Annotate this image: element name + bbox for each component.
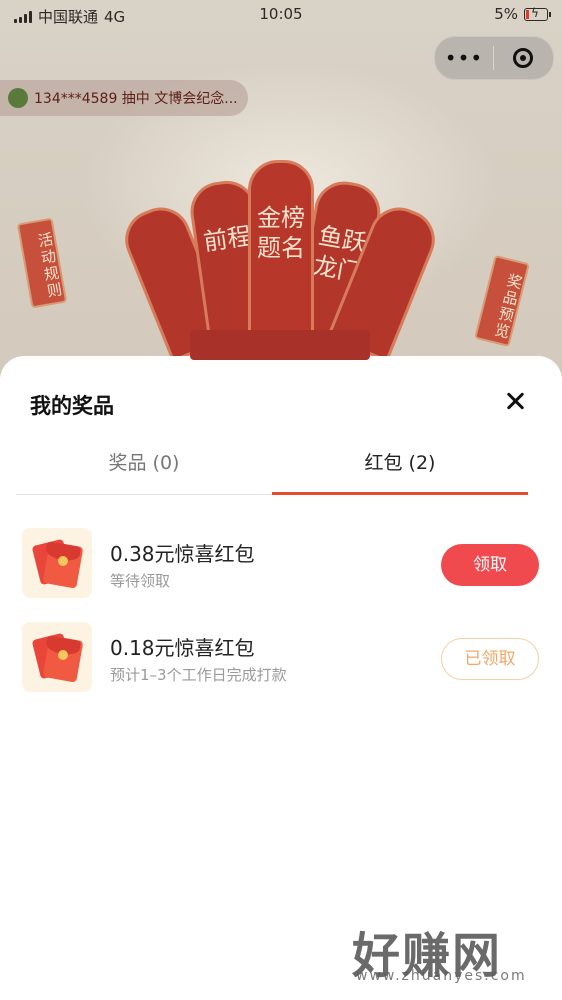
sheet-title: 我的奖品 [30,394,114,418]
claimed-button: 已领取 [441,638,539,680]
red-packet-icon [22,528,92,598]
fan-card-center: 金榜题名 [248,160,314,350]
item-title: 0.38元惊喜红包 [110,542,255,566]
tab-red-packets[interactable]: 红包 (2) [272,438,528,494]
item-title: 0.18元惊喜红包 [110,636,255,660]
item-status: 等待领取 [110,572,171,590]
claim-button[interactable]: 领取 [441,544,539,586]
watermark-url: www.zhuanyes.com [356,968,527,984]
prizes-sheet: 我的奖品 奖品 (0) 红包 (2) 0.38元惊喜红包 等待领取 领取 0.1… [0,356,562,1000]
list-item: 0.18元惊喜红包 预计1–3个工作日完成打款 已领取 [0,618,562,712]
list-item: 0.38元惊喜红包 等待领取 领取 [0,524,562,618]
active-tab-indicator [272,492,528,495]
red-packet-list: 0.38元惊喜红包 等待领取 领取 0.18元惊喜红包 预计1–3个工作日完成打… [0,524,562,712]
item-status: 预计1–3个工作日完成打款 [110,666,287,684]
fan-base [190,330,370,360]
tab-prizes[interactable]: 奖品 (0) [16,438,272,494]
prize-tabs: 奖品 (0) 红包 (2) [16,438,528,495]
red-packet-icon [22,622,92,692]
close-icon[interactable] [500,386,530,416]
